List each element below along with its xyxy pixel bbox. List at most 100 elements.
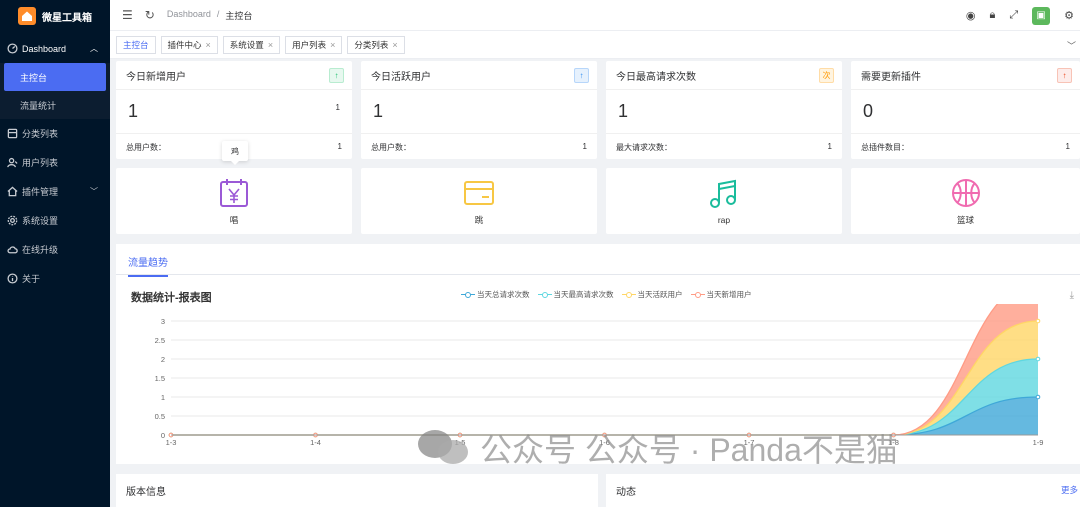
more-link[interactable]: 更多 <box>1061 484 1078 496</box>
stat-title: 需要更新插件 <box>851 61 1080 90</box>
stat-value: 1 <box>618 101 629 121</box>
legend-item[interactable]: 当天活跃用户 <box>621 289 683 300</box>
stat-foot-label: 总用户数： <box>371 143 411 152</box>
series-area <box>171 304 1038 435</box>
breadcrumb-separator: / <box>216 8 220 19</box>
sidebar-item-main-console[interactable]: 主控台 <box>4 63 106 91</box>
legend-label: 当天最高请求次数 <box>553 290 614 299</box>
sidebar-item-label: 流量统计 <box>20 100 57 111</box>
app-title: 微星工具箱 <box>42 12 92 24</box>
quick-card-sing[interactable]: 唱 <box>116 168 352 234</box>
tab-label: 分类列表 <box>354 39 389 50</box>
divider <box>851 133 1080 134</box>
stat-foot-value: 1 <box>827 142 832 151</box>
tab-category-list[interactable]: 分类列表 × <box>347 35 405 54</box>
divider <box>116 133 352 134</box>
refresh-icon[interactable]: ↻ <box>145 8 155 22</box>
tab-system-settings[interactable]: 系统设置 × <box>222 35 281 54</box>
stat-foot-label: 最大请求次数： <box>616 143 672 152</box>
app-logo: 微星工具箱 <box>0 0 110 32</box>
quick-card-basketball[interactable]: 篮球 <box>851 168 1080 234</box>
dashboard-icon <box>7 43 18 54</box>
arrow-up-icon: ↑ <box>574 68 589 83</box>
tab-label: 插件中心 <box>167 39 202 50</box>
close-icon[interactable]: × <box>268 40 273 50</box>
wechat-logo-icon <box>418 428 470 468</box>
stat-foot-label: 总插件数目： <box>861 143 909 152</box>
info-icon <box>7 273 18 284</box>
home-logo-icon <box>18 7 36 25</box>
y-tick-label: 0 <box>161 431 165 440</box>
stat-card-plugin-updates: 需要更新插件 ↑ 0 总插件数目： 1 <box>851 61 1080 159</box>
sidebar-item-traffic-stats[interactable]: 流量统计 <box>0 91 110 119</box>
quick-card-rap[interactable]: rap <box>606 168 842 234</box>
download-icon[interactable]: ⤓ <box>1070 290 1074 301</box>
sidebar-item-online-upgrade[interactable]: 在线升级 <box>0 235 110 264</box>
sidebar-item-label: 在线升级 <box>22 245 59 255</box>
chevron-up-icon: ︿ <box>90 44 98 53</box>
sidebar-item-category-list[interactable]: 分类列表 <box>0 119 110 148</box>
legend-swatch <box>461 291 475 298</box>
stat-title: 今日新增用户 <box>116 61 352 90</box>
legend-label: 当天活跃用户 <box>637 290 683 299</box>
watermark-text: 公众号 公众号 · Panda不是猫 <box>480 432 898 468</box>
card-title: 版本信息 <box>126 487 166 498</box>
sidebar-item-about[interactable]: 关于 <box>0 264 110 293</box>
arrow-up-icon: ↑ <box>329 68 344 83</box>
menu-fold-icon[interactable]: ☰ <box>122 8 133 22</box>
legend-swatch <box>690 291 705 298</box>
settings-gear-icon[interactable]: ⚙ <box>1064 9 1074 22</box>
sidebar-item-user-list[interactable]: 用户列表 <box>0 148 110 177</box>
chart-title: 数据统计-报表图 <box>131 292 212 304</box>
fullscreen-icon[interactable]: ⤢ <box>1009 9 1018 22</box>
stat-value: 1 <box>373 101 384 121</box>
close-icon[interactable]: × <box>330 40 335 50</box>
series-line <box>171 304 999 436</box>
close-icon[interactable]: × <box>392 40 397 50</box>
avatar[interactable]: ▣ <box>1032 6 1051 25</box>
close-icon[interactable]: × <box>206 40 211 50</box>
tab-label: 用户列表 <box>292 39 327 50</box>
lock-icon[interactable]: 🔒︎ <box>989 9 995 22</box>
tab-plugin-center[interactable]: 插件中心 × <box>160 35 218 54</box>
count-badge-icon: 次 <box>819 68 834 83</box>
legend-label: 当天新增用户 <box>706 290 752 299</box>
music-icon <box>710 179 736 208</box>
gear-icon <box>7 215 18 226</box>
y-tick-label: 1.5 <box>155 374 165 383</box>
stat-value: 0 <box>863 101 874 121</box>
sidebar-item-dashboard[interactable]: Dashboard ︿ <box>0 34 110 63</box>
data-point <box>1035 394 1041 400</box>
dashboard-submenu: 主控台 流量统计 <box>0 63 110 119</box>
divider <box>116 274 1080 275</box>
sidebar-item-label: 关于 <box>22 274 41 284</box>
basketball-icon <box>951 179 980 207</box>
x-tick-label: 1-4 <box>310 438 321 447</box>
stat-foot-value: 1 <box>1065 142 1070 151</box>
breadcrumb-root[interactable]: Dashboard <box>167 9 211 22</box>
legend-item[interactable]: 当天新增用户 <box>690 289 752 300</box>
breadcrumb-current: 主控台 <box>225 10 253 21</box>
card-icon <box>464 181 494 205</box>
tab-label: 主控台 <box>123 39 149 50</box>
quick-card-label: 跳 <box>474 215 484 225</box>
quick-card-dance[interactable]: 跳 <box>361 168 597 234</box>
stat-small-value: 1 <box>335 103 340 112</box>
y-tick-label: 1 <box>161 393 165 402</box>
x-tick-label: 1-9 <box>1033 438 1044 447</box>
data-point <box>1035 318 1041 324</box>
header-actions: ◉ 🔒︎ ⤢ ▣ ⚙ <box>966 0 1080 31</box>
legend-item[interactable]: 当天最高请求次数 <box>537 289 614 300</box>
tab-user-list[interactable]: 用户列表 × <box>285 35 343 54</box>
legend-swatch <box>537 291 552 298</box>
legend-item[interactable]: 当天总请求次数 <box>461 289 530 300</box>
github-icon[interactable]: ◉ <box>966 9 976 22</box>
sidebar-item-plugin-manage[interactable]: 插件管理 ﹀ <box>0 177 110 206</box>
sidebar-item-label: Dashboard <box>22 43 67 54</box>
chevron-down-icon[interactable]: ﹀ <box>1067 39 1076 52</box>
tab-main-console[interactable]: 主控台 <box>116 35 156 54</box>
sidebar-item-system-settings[interactable]: 系统设置 <box>0 206 110 235</box>
grid-icon <box>7 128 18 139</box>
divider <box>361 133 597 134</box>
sidebar-item-label: 插件管理 <box>22 187 59 197</box>
